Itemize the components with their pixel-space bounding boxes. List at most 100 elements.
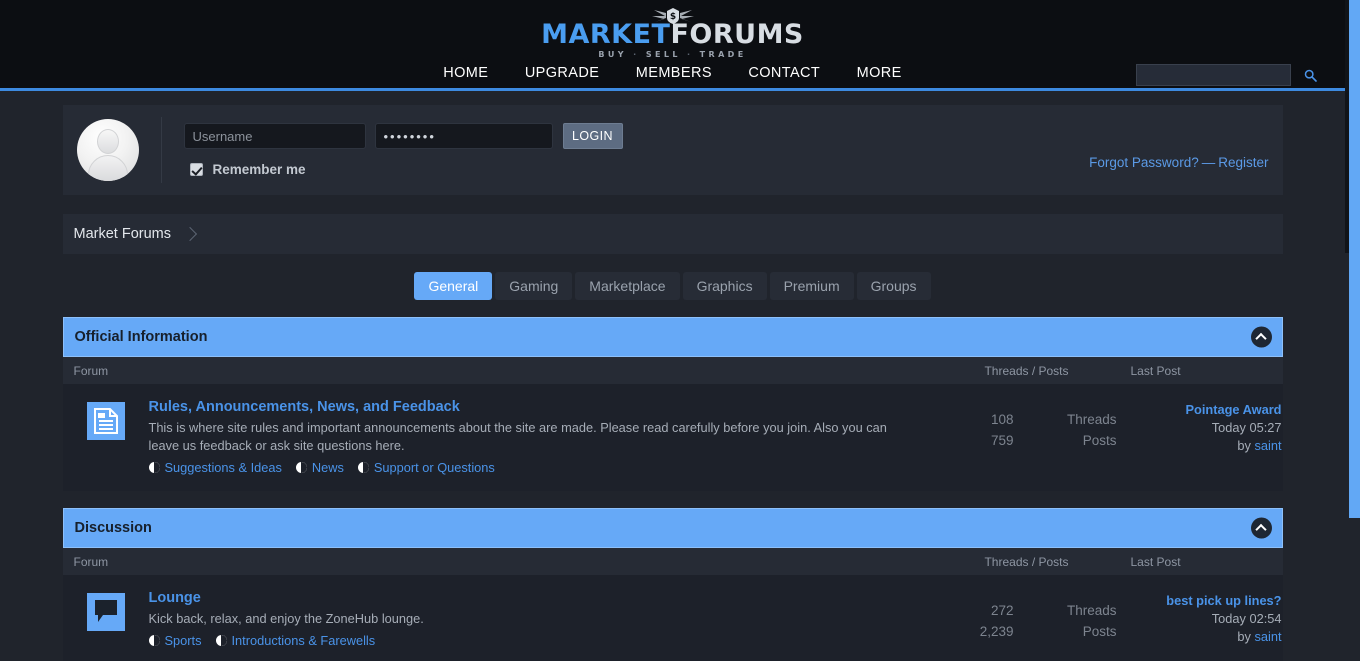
remember-me-checkbox[interactable] xyxy=(189,163,203,176)
forum-tabs: General Gaming Marketplace Graphics Prem… xyxy=(63,272,1283,300)
forum-stats: 272 2,239 Threads Posts xyxy=(923,589,1131,642)
avatar-head xyxy=(96,129,119,154)
forum-stats-numbers: 108 759 xyxy=(923,409,1027,451)
table-row: Rules, Announcements, News, and Feedback… xyxy=(63,384,1283,491)
forum-main: Lounge Kick back, relax, and enjoy the Z… xyxy=(148,589,923,648)
half-circle-icon xyxy=(295,462,307,473)
list-item[interactable]: Sports xyxy=(148,633,202,648)
speech-bubble-icon[interactable] xyxy=(86,593,125,631)
chevron-up-glyph xyxy=(1255,332,1267,345)
tagline-buy: BUY xyxy=(598,50,627,59)
tab-premium[interactable]: Premium xyxy=(769,272,854,300)
subforum-link[interactable]: News xyxy=(312,460,344,475)
column-header-last-post: Last Post xyxy=(1130,554,1181,569)
subforum-list: Sports Introductions & Farewells xyxy=(148,633,907,648)
half-circle-icon xyxy=(148,635,160,646)
column-headers: Forum Threads / Posts Last Post xyxy=(62,548,1283,575)
last-post-time: Today 05:27 xyxy=(1211,420,1282,435)
forum-title-link[interactable]: Lounge xyxy=(149,590,201,606)
nav-item-more[interactable]: MORE xyxy=(841,62,918,84)
list-item[interactable]: Suggestions & Ideas xyxy=(148,460,282,475)
username-input[interactable] xyxy=(183,123,366,149)
default-avatar-icon xyxy=(76,119,139,181)
tagline-sep-1: · xyxy=(633,50,640,59)
search-icon[interactable] xyxy=(1304,65,1317,85)
content-container: LOGIN Remember me Forgot Password?—Regis… xyxy=(62,105,1283,661)
posts-count: 759 xyxy=(990,433,1014,448)
login-fields-row: LOGIN xyxy=(183,123,1283,149)
forum-title-link[interactable]: Rules, Announcements, News, and Feedback xyxy=(149,399,460,415)
site-header: $ MARKETFORUMS BUY · SELL · TRADE HOME U… xyxy=(0,0,1345,91)
forum-stats-labels: Threads Posts xyxy=(1027,600,1131,642)
chevron-up-icon[interactable] xyxy=(1250,326,1272,348)
login-divider xyxy=(160,117,162,183)
forum-icon-cell xyxy=(63,589,149,631)
login-links: Forgot Password? — Register xyxy=(1089,155,1268,170)
login-bar: LOGIN Remember me Forgot Password?—Regis… xyxy=(62,105,1283,195)
search-input[interactable] xyxy=(1137,65,1304,85)
column-header-forum: Forum xyxy=(73,554,109,569)
half-circle-icon xyxy=(148,462,160,473)
chevron-right-icon xyxy=(185,225,196,244)
forum-rows: Rules, Announcements, News, and Feedback… xyxy=(62,384,1283,491)
register-link[interactable]: Register xyxy=(1218,155,1268,170)
nav-item-upgrade[interactable]: UPGRADE xyxy=(509,62,616,84)
category-title: Official Information xyxy=(74,329,208,345)
posts-count: 2,239 xyxy=(979,624,1014,639)
tab-general[interactable]: General xyxy=(414,272,493,300)
forgot-password-link[interactable]: Forgot Password? xyxy=(1089,155,1199,170)
list-item[interactable]: Support or Questions xyxy=(357,460,495,475)
forum-description: Kick back, relax, and enjoy the ZoneHub … xyxy=(148,611,424,626)
header-search[interactable] xyxy=(1136,64,1317,86)
logo-tagline: BUY · SELL · TRADE xyxy=(0,50,1345,59)
forum-main: Rules, Announcements, News, and Feedback… xyxy=(148,398,923,475)
tab-graphics[interactable]: Graphics xyxy=(682,272,767,300)
last-post-author-link[interactable]: saint xyxy=(1254,629,1281,644)
subforum-link[interactable]: Support or Questions xyxy=(374,460,495,475)
forum-stats-numbers: 272 2,239 xyxy=(923,600,1027,642)
nav-item-contact[interactable]: CONTACT xyxy=(732,62,836,84)
last-post-author-line: by saint xyxy=(1131,628,1281,646)
tab-marketplace[interactable]: Marketplace xyxy=(575,272,680,300)
forum-rows: Lounge Kick back, relax, and enjoy the Z… xyxy=(62,575,1283,661)
subforum-link[interactable]: Sports xyxy=(165,633,202,648)
threads-label: Threads xyxy=(1066,412,1117,427)
last-post-cell: best pick up lines? Today 02:54 by saint xyxy=(1131,589,1282,646)
last-post-by-prefix: by xyxy=(1237,438,1251,453)
nav-item-members[interactable]: MEMBERS xyxy=(620,62,728,84)
chevron-up-icon[interactable] xyxy=(1250,517,1272,539)
tab-groups[interactable]: Groups xyxy=(856,272,931,300)
list-item[interactable]: News xyxy=(295,460,344,475)
password-input[interactable] xyxy=(374,123,553,149)
last-post-by-prefix: by xyxy=(1237,629,1251,644)
nav-item-home[interactable]: HOME xyxy=(427,62,504,84)
forum-description: This is where site rules and important a… xyxy=(148,420,887,453)
threads-count: 108 xyxy=(990,412,1014,427)
list-item[interactable]: Introductions & Farewells xyxy=(215,633,376,648)
category-official-information: Official Information Forum Threads / Pos… xyxy=(62,317,1283,491)
tagline-trade: TRADE xyxy=(699,50,747,59)
subforum-link[interactable]: Suggestions & Ideas xyxy=(165,460,282,475)
last-post-title-link[interactable]: Pointage Award xyxy=(1131,401,1282,419)
category-header: Official Information xyxy=(62,317,1283,357)
last-post-cell: Pointage Award Today 05:27 by saint xyxy=(1131,398,1282,455)
scrollbar-thumb[interactable] xyxy=(1349,0,1360,518)
category-title: Discussion xyxy=(74,520,152,536)
tagline-sell: SELL xyxy=(645,50,681,59)
last-post-author-link[interactable]: saint xyxy=(1254,438,1281,453)
last-post-title-link[interactable]: best pick up lines? xyxy=(1131,592,1281,610)
column-header-threads-posts: Threads / Posts xyxy=(984,554,1069,569)
crest-icon: $ xyxy=(638,7,708,25)
tab-gaming[interactable]: Gaming xyxy=(495,272,573,300)
login-button[interactable]: LOGIN xyxy=(562,123,623,149)
category-discussion: Discussion Forum Threads / Posts Last Po… xyxy=(62,508,1283,661)
site-logo[interactable]: $ MARKETFORUMS BUY · SELL · TRADE xyxy=(0,7,1345,59)
breadcrumb-item-market-forums[interactable]: Market Forums xyxy=(74,226,172,242)
column-headers: Forum Threads / Posts Last Post xyxy=(62,357,1283,384)
document-icon[interactable] xyxy=(86,402,125,440)
subforum-list: Suggestions & Ideas News Support or Ques… xyxy=(148,460,907,475)
subforum-link[interactable]: Introductions & Farewells xyxy=(232,633,376,648)
last-post-author-line: by saint xyxy=(1131,437,1281,455)
page-scrollbar[interactable] xyxy=(1345,0,1360,661)
last-post-time: Today 02:54 xyxy=(1211,611,1282,626)
